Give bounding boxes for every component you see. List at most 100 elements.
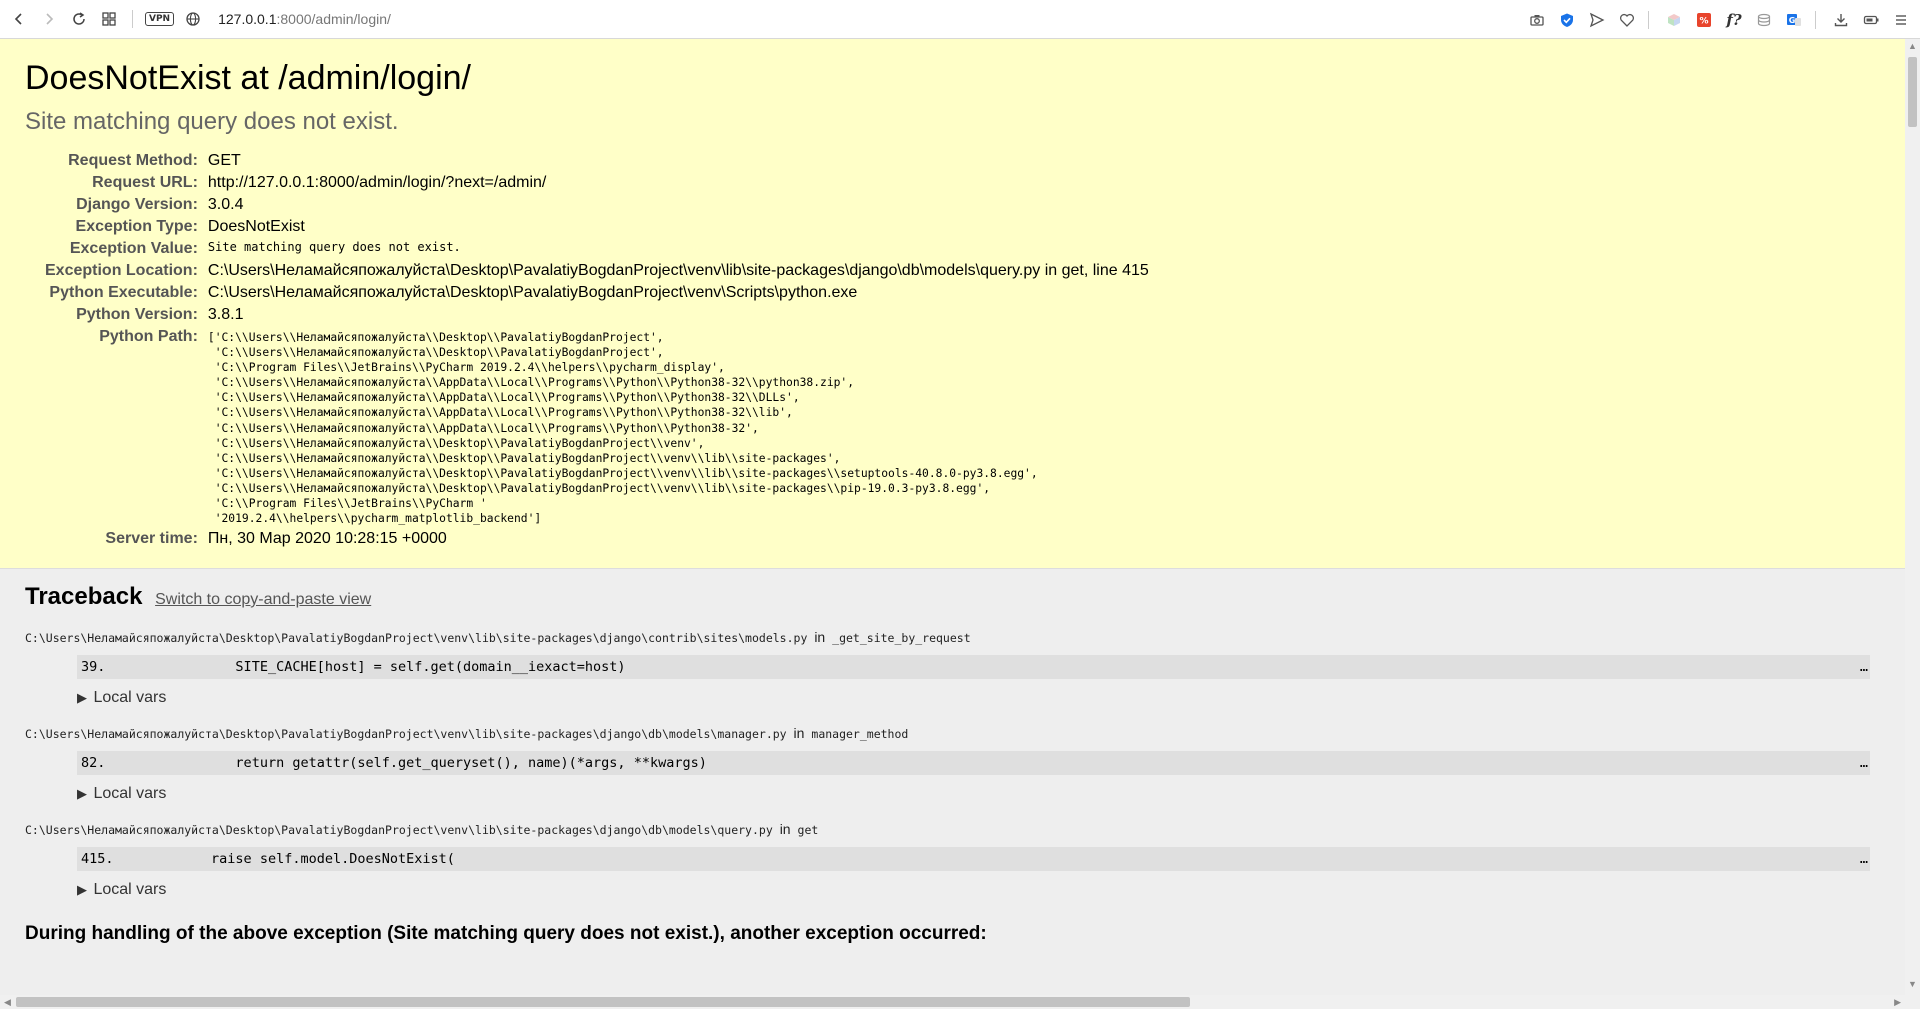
- toolbar-divider: [132, 10, 133, 28]
- meta-label: Server time:: [105, 530, 198, 548]
- svg-text:%: %: [1699, 16, 1708, 26]
- code-text: raise self.model.DoesNotExist(: [113, 851, 455, 867]
- meta-row: Python Path: ['C:\\Users\\Неламайсяпожалу…: [45, 326, 1149, 528]
- toolbar-divider: [1815, 10, 1816, 29]
- switch-view-link[interactable]: Switch to copy-and-paste view: [155, 591, 371, 608]
- meta-row: Exception Location: C:\Users\Неламайсяпож…: [45, 260, 1149, 282]
- extension-icons: % f? G: [1520, 0, 1914, 39]
- vertical-scroll-thumb[interactable]: [1908, 57, 1917, 127]
- expand-ellipsis[interactable]: …: [1860, 751, 1868, 775]
- meta-value: 3.0.4: [207, 196, 244, 213]
- meta-row: Server time: Пн, 30 Мар 2020 10:28:15 +00…: [45, 528, 1149, 550]
- frame-func: manager_method: [811, 727, 909, 741]
- frame-file-path: C:\Users\Неламайсяпожалуйста\Desktop\Pav…: [25, 821, 1880, 837]
- meta-row: Request URL: http://127.0.0.1:8000/admin/…: [45, 172, 1149, 194]
- traceback-heading: Traceback Switch to copy-and-paste view: [25, 583, 1880, 611]
- meta-row: Python Version: 3.8.1: [45, 304, 1149, 326]
- meta-label: Python Executable:: [49, 284, 198, 301]
- frame-file-path: C:\Users\Неламайсяпожалуйста\Desktop\Pav…: [25, 629, 1880, 645]
- scroll-up-icon[interactable]: ▲: [1905, 41, 1920, 55]
- traceback-title: Traceback: [25, 583, 143, 610]
- menu-icon[interactable]: [1888, 7, 1914, 33]
- meta-value: ['C:\\Users\\Неламайсяпожалуйста\\Deskto…: [208, 326, 1149, 528]
- local-vars-label: Local vars: [93, 881, 167, 898]
- grid-icon[interactable]: [94, 4, 124, 34]
- url-path: :8000/admin/login/: [276, 11, 391, 27]
- meta-row: Exception Type: DoesNotExist: [45, 216, 1149, 238]
- expand-ellipsis[interactable]: …: [1860, 655, 1868, 679]
- vertical-scrollbar[interactable]: ▲ ▼: [1905, 39, 1920, 1009]
- code-context-line[interactable]: 82. return getattr(self.get_queryset(), …: [77, 751, 1870, 775]
- meta-value: C:\Users\Неламайсяпожалуйста\Desktop\Pav…: [207, 284, 858, 301]
- horizontal-scrollbar[interactable]: ◀ ▶: [0, 995, 1905, 1009]
- line-number: 415.: [81, 851, 114, 867]
- layers-icon[interactable]: [1751, 7, 1777, 33]
- code-text: SITE_CACHE[host] = self.get(domain__iexa…: [105, 659, 626, 675]
- battery-icon[interactable]: [1858, 7, 1884, 33]
- page-content: DoesNotExist at /admin/login/ Site match…: [0, 39, 1905, 1009]
- local-vars-toggle[interactable]: ▶ Local vars: [77, 881, 1880, 903]
- meta-value: GET: [207, 152, 241, 169]
- shield-icon[interactable]: [1554, 7, 1580, 33]
- expand-ellipsis[interactable]: …: [1860, 847, 1868, 871]
- code-text: return getattr(self.get_queryset(), name…: [105, 755, 707, 771]
- frame-file-path: C:\Users\Неламайсяпожалуйста\Desktop\Pav…: [25, 725, 1880, 741]
- vpn-badge[interactable]: VPN: [145, 12, 175, 26]
- expand-triangle-icon: ▶: [77, 882, 87, 897]
- traceback-frame: C:\Users\Неламайсяпожалуйста\Desktop\Pav…: [25, 725, 1880, 807]
- python-path-list: ['C:\\Users\\Неламайсяпожалуйста\\Deskto…: [207, 331, 1038, 526]
- frame-func: _get_site_by_request: [832, 631, 971, 645]
- toolbar-divider: [1648, 10, 1649, 29]
- translate-icon[interactable]: G: [1781, 7, 1807, 33]
- error-summary: DoesNotExist at /admin/login/ Site match…: [0, 39, 1905, 569]
- meta-label: Python Version:: [76, 306, 198, 323]
- address-bar[interactable]: 127.0.0.1:8000/admin/login/: [218, 11, 391, 27]
- svg-text:G: G: [1789, 16, 1796, 25]
- camera-icon[interactable]: [1524, 7, 1550, 33]
- heart-icon[interactable]: [1614, 7, 1640, 33]
- scroll-right-icon[interactable]: ▶: [1894, 995, 1901, 1009]
- meta-label: Exception Type:: [75, 218, 198, 235]
- frame-file: C:\Users\Неламайсяпожалуйста\Desktop\Pav…: [25, 727, 787, 741]
- download-icon[interactable]: [1828, 7, 1854, 33]
- line-number: 82.: [81, 755, 106, 771]
- browser-toolbar: VPN 127.0.0.1:8000/admin/login/ % f? G: [0, 0, 1920, 39]
- horizontal-scroll-thumb[interactable]: [16, 997, 1190, 1007]
- scroll-down-icon[interactable]: ▼: [1905, 979, 1920, 993]
- local-vars-label: Local vars: [93, 785, 167, 802]
- request-meta-table: Request Method: GET Request URL: http://12…: [45, 150, 1149, 550]
- line-number: 39.: [81, 659, 106, 675]
- meta-row: Python Executable: C:\Users\Неламайсяпожа…: [45, 282, 1149, 304]
- meta-value: Site matching query does not exist.: [207, 240, 461, 254]
- meta-label: Exception Location:: [45, 262, 198, 279]
- forward-icon[interactable]: [34, 4, 64, 34]
- code-context-line[interactable]: 415. raise self.model.DoesNotExist( …: [77, 847, 1870, 871]
- meta-label: Exception Value:: [69, 240, 198, 257]
- nav-buttons: [4, 4, 124, 34]
- local-vars-label: Local vars: [93, 689, 167, 706]
- scroll-left-icon[interactable]: ◀: [4, 995, 11, 1009]
- page-title: DoesNotExist at /admin/login/: [25, 59, 471, 97]
- back-icon[interactable]: [4, 4, 34, 34]
- meta-label: Django Version:: [76, 196, 198, 213]
- meta-value: Пн, 30 Мар 2020 10:28:15 +0000: [207, 530, 447, 548]
- frame-func: get: [797, 823, 819, 837]
- globe-icon[interactable]: [178, 4, 208, 34]
- local-vars-toggle[interactable]: ▶ Local vars: [77, 785, 1880, 807]
- meta-label: Request URL:: [92, 174, 198, 191]
- send-icon[interactable]: [1584, 7, 1610, 33]
- meta-row: Request Method: GET: [45, 150, 1149, 172]
- meta-value: C:\Users\Неламайсяпожалуйста\Desktop\Pav…: [207, 262, 1149, 279]
- local-vars-toggle[interactable]: ▶ Local vars: [77, 689, 1880, 711]
- reload-icon[interactable]: [64, 4, 94, 34]
- page-subtitle: Site matching query does not exist.: [25, 108, 399, 135]
- frame-file: C:\Users\Неламайсяпожалуйста\Desktop\Pav…: [25, 631, 808, 645]
- frame-in: in: [779, 821, 791, 837]
- frame-in: in: [793, 725, 805, 741]
- percent-icon[interactable]: %: [1691, 7, 1717, 33]
- cube-icon[interactable]: [1661, 7, 1687, 33]
- meta-label: Request Method:: [68, 152, 198, 169]
- traceback-section: Traceback Switch to copy-and-paste view …: [0, 583, 1905, 945]
- function-icon[interactable]: f?: [1721, 7, 1747, 33]
- code-context-line[interactable]: 39. SITE_CACHE[host] = self.get(domain__…: [77, 655, 1870, 679]
